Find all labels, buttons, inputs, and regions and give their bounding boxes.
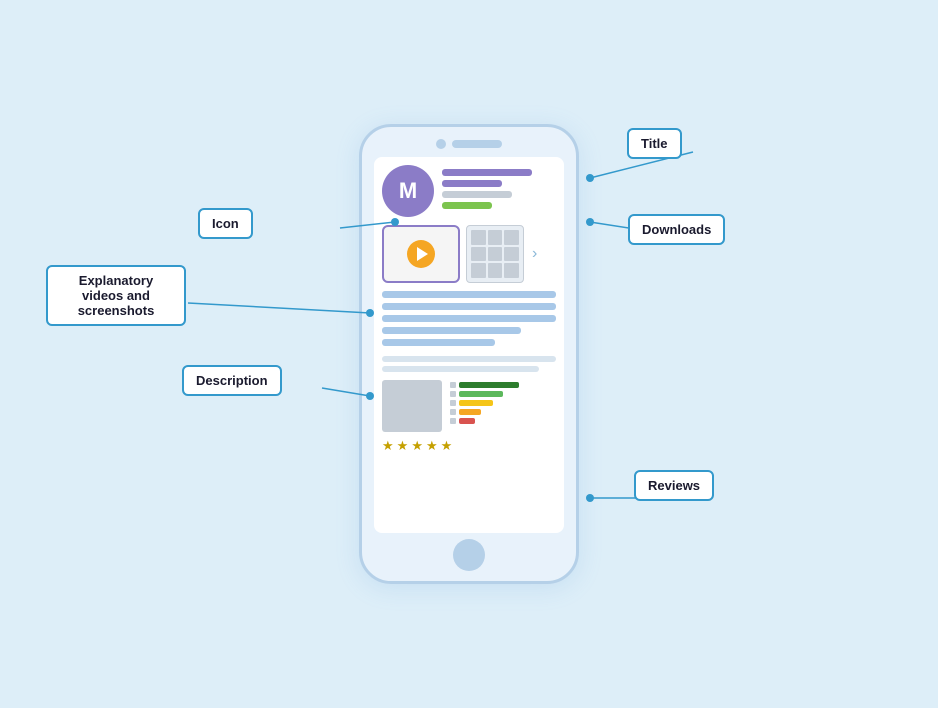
phone-mockup: M	[359, 124, 579, 584]
callout-reviews: Reviews	[634, 470, 714, 501]
phone-camera	[436, 139, 446, 149]
rating-bar-4	[459, 391, 503, 397]
extra-bars	[382, 356, 556, 372]
desc-bar-3	[382, 315, 556, 322]
callout-downloads: Downloads	[628, 214, 725, 245]
stars-row: ★ ★ ★ ★ ★	[382, 438, 556, 454]
phone-speaker	[452, 140, 502, 148]
review-image	[382, 380, 442, 432]
desc-bar-2	[382, 303, 556, 310]
title-bar-2	[442, 180, 502, 187]
description-section	[382, 291, 556, 346]
chevron-right-icon: ›	[532, 245, 537, 263]
title-bar-1	[442, 169, 532, 176]
callout-description: Description	[182, 365, 282, 396]
play-button[interactable]	[407, 240, 435, 268]
app-header: M	[382, 165, 556, 217]
rating-bar-5	[459, 382, 519, 388]
phone-home-button	[453, 539, 485, 571]
rating-bar-3	[459, 400, 493, 406]
desc-bar-1	[382, 291, 556, 298]
app-icon: M	[382, 165, 434, 217]
phone-screen: M	[374, 157, 564, 533]
callout-title: Title	[627, 128, 682, 159]
review-rating-bars	[450, 380, 556, 432]
rating-bar-2	[459, 409, 481, 415]
video-thumbnail	[382, 225, 460, 283]
callout-icon: Icon	[198, 208, 253, 239]
play-triangle-icon	[417, 247, 428, 261]
rating-bar-1	[459, 418, 475, 424]
subtitle-bar	[442, 191, 512, 198]
desc-bar-5	[382, 339, 495, 346]
reviews-section	[382, 380, 556, 432]
media-row: ›	[382, 225, 556, 283]
download-bar	[442, 202, 492, 209]
app-info	[442, 165, 556, 209]
callout-explanatory: Explanatory videos andscreenshots	[46, 265, 186, 326]
screenshot-thumbnail	[466, 225, 524, 283]
desc-bar-4	[382, 327, 521, 334]
